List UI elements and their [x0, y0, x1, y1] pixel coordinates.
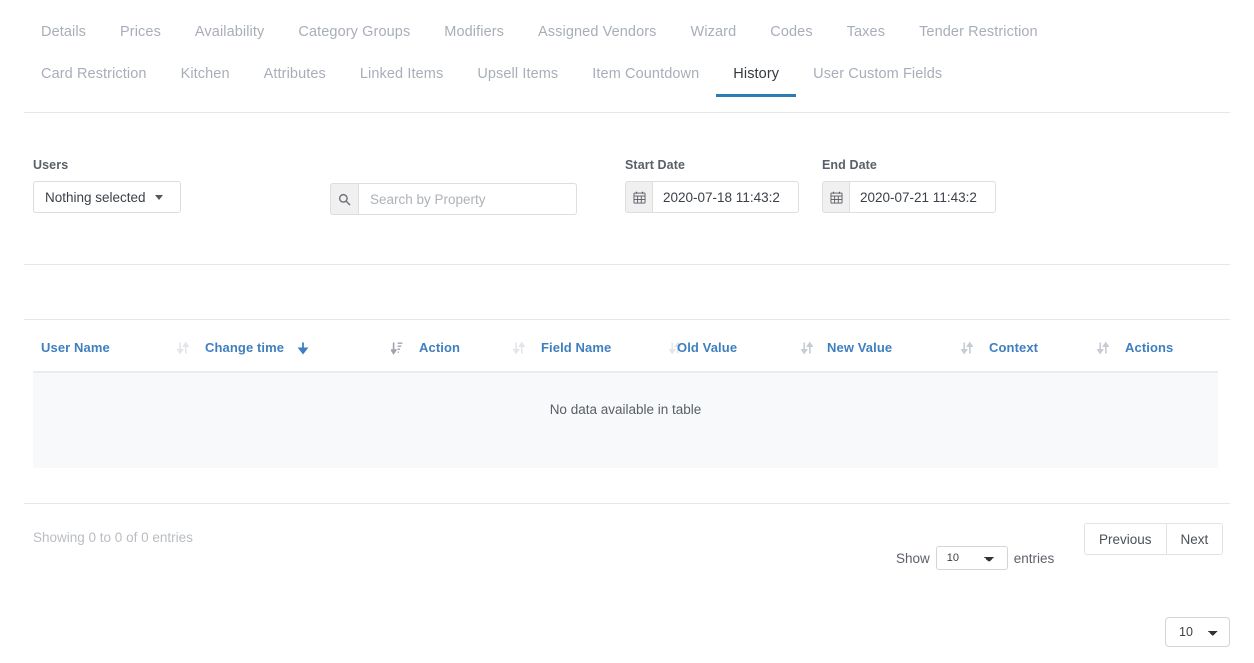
- search-icon[interactable]: [330, 183, 358, 215]
- column-header-new-value[interactable]: New Value: [827, 340, 892, 355]
- history-table: User Name Change time Action Field Name …: [33, 340, 1223, 468]
- column-header-change-time[interactable]: Change time: [205, 340, 284, 355]
- divider-table-top: [24, 319, 1230, 320]
- tab-availability[interactable]: Availability: [178, 12, 281, 55]
- tab-details[interactable]: Details: [24, 12, 103, 55]
- column-header-actions[interactable]: Actions: [1125, 340, 1173, 355]
- divider-below-table: [24, 503, 1230, 504]
- column-header-action[interactable]: Action: [419, 340, 460, 355]
- tab-modifiers[interactable]: Modifiers: [427, 12, 521, 55]
- users-dropdown-value: Nothing selected: [45, 190, 146, 205]
- start-date-filter: Start Date: [625, 158, 799, 213]
- showing-entries-info: Showing 0 to 0 of 0 entries: [33, 530, 193, 545]
- users-label: Users: [33, 158, 181, 172]
- column-header-field-name[interactable]: Field Name: [541, 340, 611, 355]
- users-dropdown[interactable]: Nothing selected: [33, 181, 181, 213]
- end-date-filter: End Date: [822, 158, 996, 213]
- sort-icon-new-value[interactable]: [961, 341, 973, 355]
- tab-card-restriction[interactable]: Card Restriction: [24, 54, 164, 97]
- previous-page-button[interactable]: Previous: [1084, 523, 1166, 555]
- start-date-label: Start Date: [625, 158, 799, 172]
- table-header-row: User Name Change time Action Field Name …: [33, 340, 1218, 373]
- start-date-input[interactable]: [652, 181, 799, 213]
- search-filter: [330, 183, 577, 215]
- tab-taxes[interactable]: Taxes: [830, 12, 902, 55]
- end-date-label: End Date: [822, 158, 996, 172]
- sort-icon-user-name[interactable]: [177, 341, 189, 355]
- sort-icon-action[interactable]: [513, 341, 525, 355]
- tab-row-2: Card Restriction Kitchen Attributes Link…: [24, 54, 1230, 96]
- end-date-group: [822, 181, 996, 213]
- tab-history[interactable]: History: [716, 54, 796, 97]
- calendar-icon[interactable]: [822, 181, 849, 213]
- tab-kitchen[interactable]: Kitchen: [164, 54, 247, 97]
- divider-above-table: [24, 264, 1230, 265]
- tab-item-countdown[interactable]: Item Countdown: [575, 54, 716, 97]
- tab-tender-restriction[interactable]: Tender Restriction: [902, 12, 1055, 55]
- page-size-control: Show 10 25 50 100 entries: [896, 546, 1054, 570]
- tab-row-1: Details Prices Availability Category Gro…: [24, 12, 1230, 54]
- sort-amount-icon-action[interactable]: [391, 341, 403, 355]
- search-input-group: [330, 183, 577, 215]
- column-header-context[interactable]: Context: [989, 340, 1038, 355]
- entries-label: entries: [1014, 551, 1055, 566]
- show-label: Show: [896, 551, 930, 566]
- tab-upsell-items[interactable]: Upsell Items: [460, 54, 575, 97]
- filter-bar: Users Nothing selected Start Date: [33, 158, 1223, 228]
- bottom-page-size-control: 10 25 50 100: [1165, 617, 1230, 647]
- tab-prices[interactable]: Prices: [103, 12, 178, 55]
- tab-assigned-vendors[interactable]: Assigned Vendors: [521, 12, 674, 55]
- history-tab-page: Details Prices Availability Category Gro…: [0, 0, 1254, 663]
- search-input[interactable]: [358, 183, 577, 215]
- bottom-page-size-select[interactable]: 10 25 50 100: [1165, 617, 1230, 647]
- start-date-group: [625, 181, 799, 213]
- table-body: No data available in table: [33, 373, 1218, 468]
- tab-bar-underline: [24, 112, 1230, 113]
- chevron-down-icon: [155, 195, 163, 200]
- tab-user-custom-fields[interactable]: User Custom Fields: [796, 54, 959, 97]
- tab-codes[interactable]: Codes: [753, 12, 829, 55]
- tab-bar: Details Prices Availability Category Gro…: [24, 12, 1230, 96]
- tab-wizard[interactable]: Wizard: [674, 12, 754, 55]
- tab-category-groups[interactable]: Category Groups: [281, 12, 427, 55]
- calendar-icon[interactable]: [625, 181, 652, 213]
- sort-icon-old-value[interactable]: [801, 341, 813, 355]
- page-size-select[interactable]: 10 25 50 100: [936, 546, 1008, 570]
- pagination: Previous Next: [1084, 523, 1223, 555]
- sort-icon-context[interactable]: [1097, 341, 1109, 355]
- empty-table-message: No data available in table: [33, 402, 1218, 417]
- tab-attributes[interactable]: Attributes: [247, 54, 343, 97]
- sort-desc-active-icon[interactable]: [297, 341, 309, 355]
- end-date-input[interactable]: [849, 181, 996, 213]
- column-header-user-name[interactable]: User Name: [41, 340, 110, 355]
- tab-linked-items[interactable]: Linked Items: [343, 54, 460, 97]
- next-page-button[interactable]: Next: [1166, 523, 1224, 555]
- column-header-old-value[interactable]: Old Value: [677, 340, 737, 355]
- users-filter: Users Nothing selected: [33, 158, 181, 213]
